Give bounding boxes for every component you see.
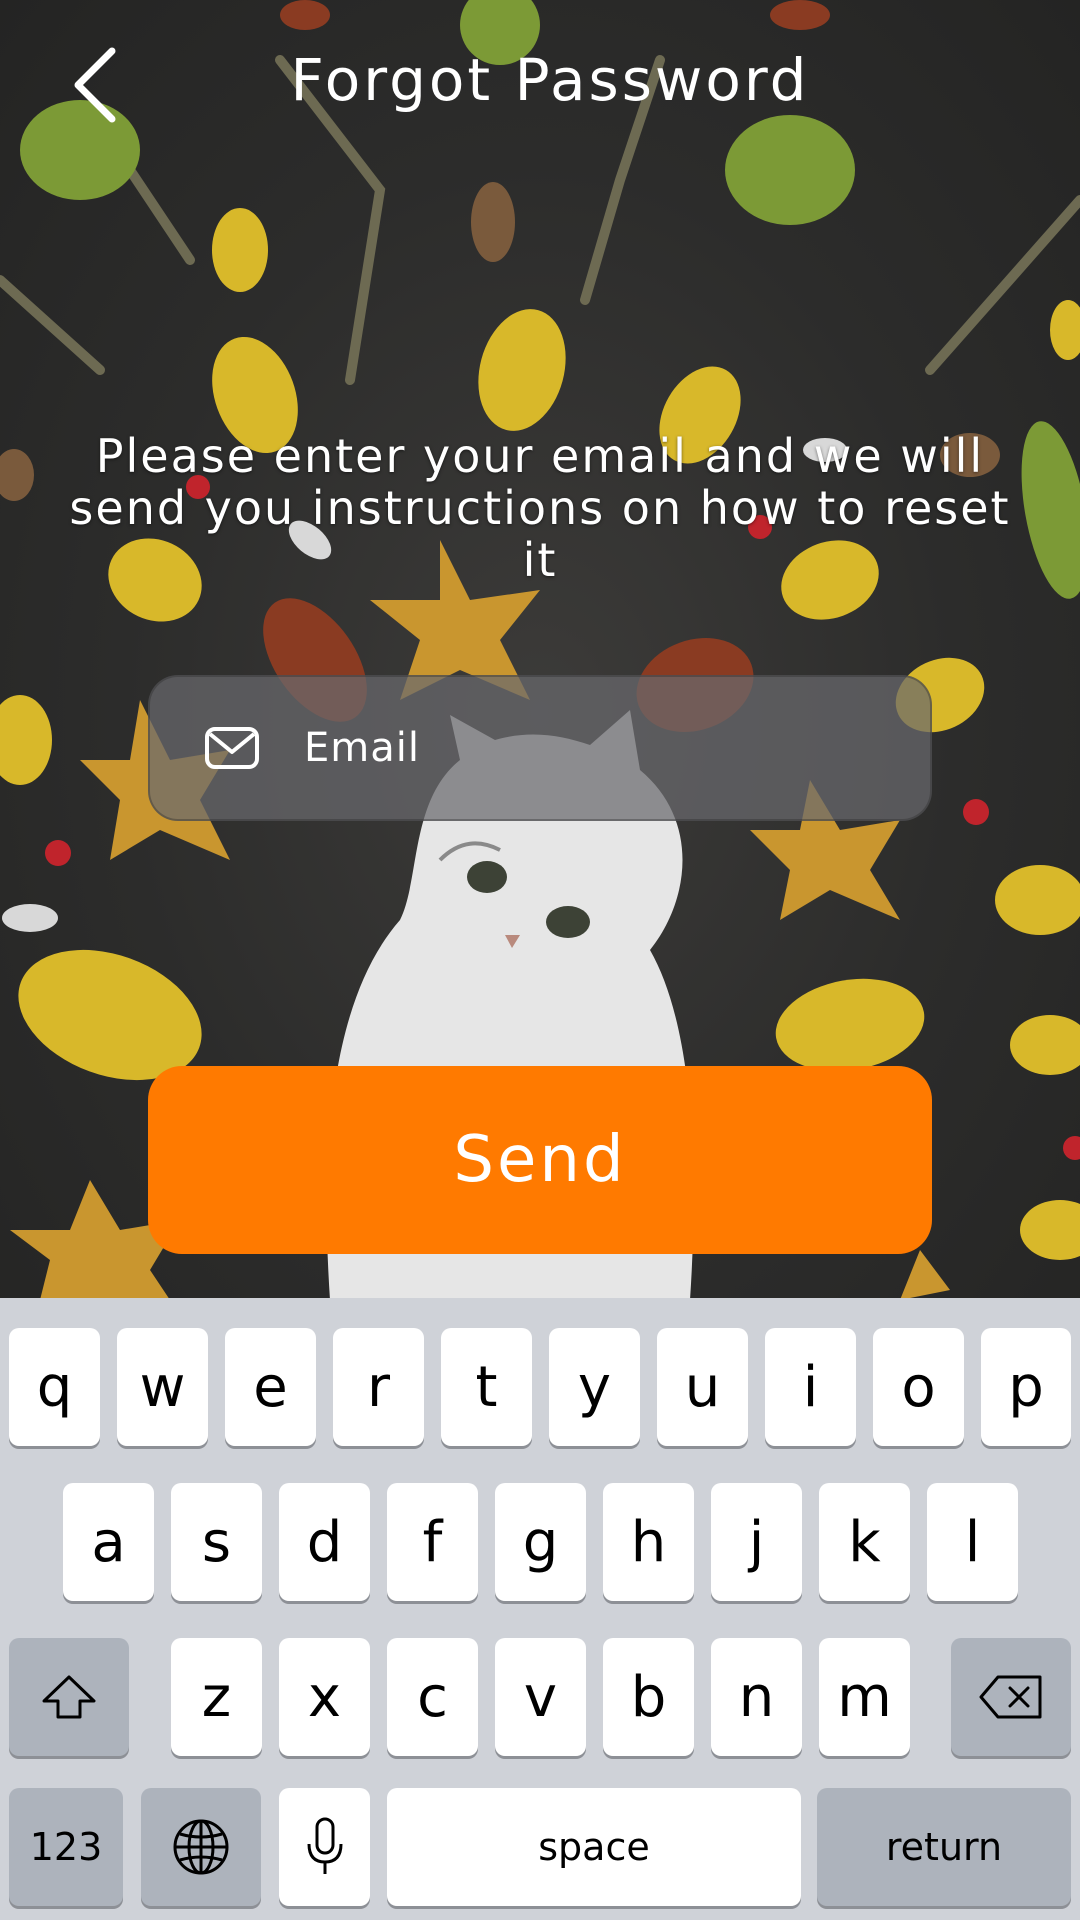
key-h[interactable]: h [603, 1483, 694, 1601]
return-key[interactable]: return [817, 1788, 1071, 1906]
instructions-line-2: send you instructions on how to reset it [69, 481, 1011, 587]
key-y[interactable]: y [549, 1328, 640, 1446]
key-k[interactable]: k [819, 1483, 910, 1601]
key-c[interactable]: c [387, 1638, 478, 1756]
key-o[interactable]: o [873, 1328, 964, 1446]
key-a[interactable]: a [63, 1483, 154, 1601]
key-g[interactable]: g [495, 1483, 586, 1601]
globe-icon [173, 1819, 229, 1875]
key-f[interactable]: f [387, 1483, 478, 1601]
microphone-key[interactable] [279, 1788, 370, 1906]
microphone-icon [307, 1817, 342, 1874]
instructions-text: Please enter your email and we will send… [60, 430, 1020, 586]
key-n[interactable]: n [711, 1638, 802, 1756]
globe-key[interactable] [141, 1788, 261, 1906]
backspace-key[interactable] [951, 1638, 1071, 1756]
forgot-password-screen: Forgot Password Please enter your email … [0, 0, 1080, 1920]
backspace-icon [979, 1675, 1042, 1719]
page-title: Forgot Password [290, 46, 810, 114]
key-t[interactable]: t [441, 1328, 532, 1446]
key-p[interactable]: p [981, 1328, 1071, 1446]
key-m[interactable]: m [819, 1638, 910, 1756]
key-z[interactable]: z [171, 1638, 262, 1756]
send-button[interactable]: Send [148, 1066, 932, 1254]
key-q[interactable]: q [9, 1328, 100, 1446]
email-input[interactable] [302, 707, 866, 789]
key-i[interactable]: i [765, 1328, 856, 1446]
key-j[interactable]: j [711, 1483, 802, 1601]
key-s[interactable]: s [171, 1483, 262, 1601]
shift-key[interactable] [9, 1638, 129, 1756]
key-b[interactable]: b [603, 1638, 694, 1756]
envelope-icon [204, 726, 260, 770]
numbers-key[interactable]: 123 [9, 1788, 123, 1906]
key-x[interactable]: x [279, 1638, 370, 1756]
key-w[interactable]: w [117, 1328, 208, 1446]
shift-arrow-icon [42, 1675, 96, 1719]
email-field[interactable] [148, 675, 932, 821]
key-l[interactable]: l [927, 1483, 1018, 1601]
key-e[interactable]: e [225, 1328, 316, 1446]
key-r[interactable]: r [333, 1328, 424, 1446]
on-screen-keyboard: q w e r t y u i o p a s d f g h j k l z … [0, 1298, 1080, 1920]
key-u[interactable]: u [657, 1328, 748, 1446]
key-d[interactable]: d [279, 1483, 370, 1601]
instructions-line-1: Please enter your email and we will [95, 429, 985, 483]
key-v[interactable]: v [495, 1638, 586, 1756]
space-key[interactable]: space [387, 1788, 801, 1906]
